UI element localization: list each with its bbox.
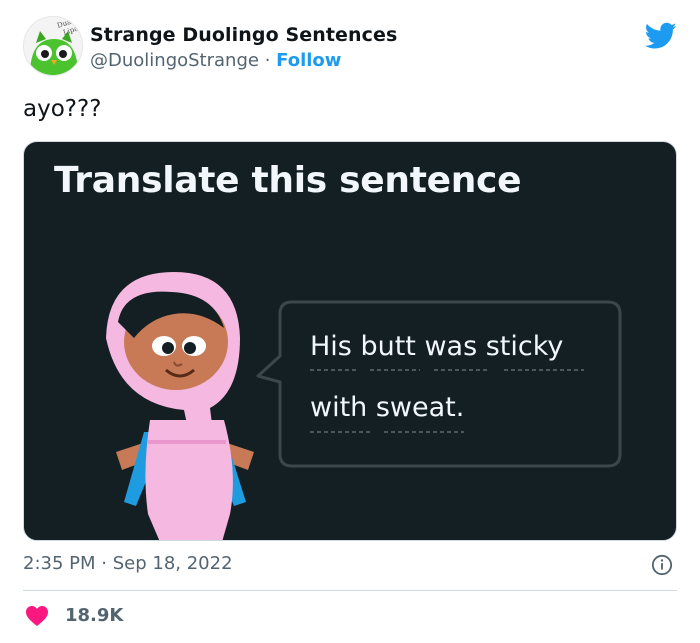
timestamp-separator: ·	[101, 553, 107, 574]
user-handle[interactable]: @DuolingoStrange	[90, 50, 259, 71]
speech-bubble	[256, 300, 622, 468]
tweet-timestamp[interactable]: 2:35 PM · Sep 18, 2022	[23, 553, 233, 574]
tweet-text: ayo???	[23, 96, 102, 122]
tweet-media[interactable]: Translate this sentence His butt was sti…	[23, 141, 677, 541]
follow-button[interactable]: Follow	[276, 50, 341, 71]
sentence-line-1: His butt was sticky	[310, 331, 564, 362]
tweet-date: Sep 18, 2022	[112, 553, 233, 574]
duolingo-owl-icon: Dua Lipa	[24, 17, 82, 75]
handle-row: @DuolingoStrange · Follow	[90, 50, 341, 71]
tweet-time: 2:35 PM	[23, 553, 96, 574]
display-name[interactable]: Strange Duolingo Sentences	[90, 24, 397, 46]
info-icon[interactable]	[651, 554, 673, 576]
heart-icon[interactable]	[25, 605, 49, 627]
character-figure	[106, 272, 254, 540]
avatar[interactable]: Dua Lipa	[23, 16, 83, 76]
media-title: Translate this sentence	[54, 160, 522, 201]
sentence-line-2: with sweat.	[310, 392, 465, 423]
like-count: 18.9K	[65, 605, 124, 626]
handle-separator: ·	[264, 50, 271, 71]
tweet-header: Dua Lipa Strange Duolingo Sentences @Duo…	[23, 16, 683, 80]
divider	[23, 590, 677, 591]
twitter-bird-icon[interactable]	[645, 22, 677, 50]
